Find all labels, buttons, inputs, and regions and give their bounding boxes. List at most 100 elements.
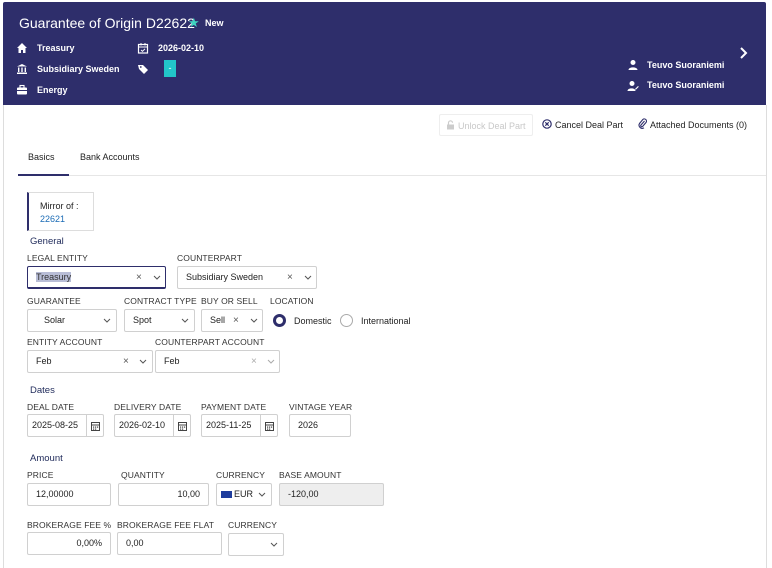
counterpart-select[interactable]: Subsidiary Sweden × xyxy=(177,266,317,289)
chevron-right-icon[interactable] xyxy=(739,46,749,60)
currency-label: CURRENCY xyxy=(216,470,265,480)
chevron-down-icon[interactable] xyxy=(257,484,267,505)
chevron-down-icon[interactable] xyxy=(303,267,313,288)
counterpart-account-select[interactable]: Feb × xyxy=(155,350,280,373)
price-value: 12,00000 xyxy=(36,489,74,499)
location-label: LOCATION xyxy=(270,296,314,306)
mirror-of-box: Mirror of : 22621 xyxy=(27,192,94,231)
brokerage-currency-select[interactable] xyxy=(228,533,284,556)
location-domestic-label: Domestic xyxy=(294,316,332,326)
base-amount-label: BASE AMOUNT xyxy=(279,470,342,480)
unlock-icon xyxy=(447,120,454,130)
clear-icon[interactable]: × xyxy=(136,267,142,288)
price-input[interactable]: 12,00000 xyxy=(27,483,111,506)
delivery-date-label: DELIVERY DATE xyxy=(114,402,182,412)
quantity-label: QUANTITY xyxy=(121,470,165,480)
counterpart-label: COUNTERPART xyxy=(177,253,243,263)
delivery-date-input[interactable]: 2026-02-10 xyxy=(114,414,174,437)
brokerage-fee-flat-input[interactable]: 0,00 xyxy=(117,532,222,555)
entity-account-value: Feb xyxy=(36,356,52,366)
clear-icon[interactable]: × xyxy=(251,351,257,372)
contract-type-value: Spot xyxy=(133,315,152,325)
mirror-of-link[interactable]: 22621 xyxy=(40,214,93,224)
attached-documents-button[interactable]: Attached Documents (0) xyxy=(638,114,747,136)
brokerage-fee-pct-value: 0,00% xyxy=(76,538,102,548)
dates-heading: Dates xyxy=(30,385,55,396)
guarantee-value: Solar xyxy=(44,315,66,325)
tabs-divider xyxy=(18,175,766,176)
chevron-down-icon[interactable] xyxy=(249,310,259,331)
calendar-icon xyxy=(178,422,187,431)
clear-icon[interactable]: × xyxy=(123,351,129,372)
tag-chip[interactable]: - xyxy=(164,60,176,77)
calendar-icon xyxy=(265,422,274,431)
chevron-down-icon[interactable] xyxy=(269,534,279,555)
buy-or-sell-label: BUY OR SELL xyxy=(201,296,258,306)
payment-date-input[interactable]: 2025-11-25 xyxy=(201,414,261,437)
unlock-deal-part-label: Unlock Deal Part xyxy=(458,121,526,131)
legal-entity-value: Treasury xyxy=(36,272,72,282)
user-icon xyxy=(628,60,638,70)
active-tab-indicator xyxy=(18,174,69,176)
brokerage-fee-pct-label: BROKERAGE FEE % xyxy=(27,520,112,530)
delivery-date-value: 2026-02-10 xyxy=(119,420,166,430)
location-international-label: International xyxy=(361,316,411,326)
currency-select[interactable]: EUR xyxy=(216,483,272,506)
payment-date-label: PAYMENT DATE xyxy=(201,402,267,412)
chevron-down-icon[interactable] xyxy=(102,310,112,331)
counterpart-user-name: Teuvo Suoraniemi xyxy=(647,80,725,90)
guarantee-label: GUARANTEE xyxy=(27,296,81,306)
contract-type-select[interactable]: Spot xyxy=(124,309,195,332)
portfolio-label: Treasury xyxy=(37,43,75,53)
tab-basics[interactable]: Basics xyxy=(28,152,55,162)
buy-or-sell-value: Sell xyxy=(210,315,226,325)
location-international-radio[interactable] xyxy=(340,314,353,327)
panel-right-border xyxy=(766,105,767,568)
counterpart-value: Subsidiary Sweden xyxy=(186,272,264,282)
status-badge: New xyxy=(205,18,224,28)
delivery-date-picker-button[interactable] xyxy=(174,414,191,437)
quantity-input[interactable]: 10,00 xyxy=(118,483,209,506)
mirror-of-label: Mirror of : xyxy=(40,201,79,211)
briefcase-icon xyxy=(17,84,27,95)
vintage-year-input[interactable]: 2026 xyxy=(289,414,351,437)
chevron-down-icon[interactable] xyxy=(152,267,162,288)
guarantee-select[interactable]: Solar xyxy=(27,309,117,332)
location-domestic-radio[interactable] xyxy=(273,314,286,327)
deal-date-picker-button[interactable] xyxy=(87,414,104,437)
payment-date-picker-button[interactable] xyxy=(261,414,278,437)
brokerage-fee-flat-label: BROKERAGE FEE FLAT xyxy=(117,520,215,530)
tab-bank-accounts[interactable]: Bank Accounts xyxy=(80,152,140,162)
star-icon[interactable]: ★ xyxy=(188,15,200,31)
legal-entity-select[interactable]: Treasury × xyxy=(27,266,166,289)
chevron-down-icon[interactable] xyxy=(266,351,276,372)
deal-title: Guarantee of Origin D22622 xyxy=(19,15,195,31)
unlock-deal-part-button[interactable]: Unlock Deal Part xyxy=(439,114,533,136)
panel-left-border xyxy=(3,105,4,568)
deal-header: Guarantee of Origin D22622 ★ New Treasur… xyxy=(3,2,766,105)
brokerage-fee-pct-input[interactable]: 0,00% xyxy=(27,532,111,555)
currency-value: EUR xyxy=(234,489,254,499)
legal-entity-label: LEGAL ENTITY xyxy=(27,253,88,263)
chevron-down-icon[interactable] xyxy=(138,351,148,372)
payment-date-value: 2025-11-25 xyxy=(206,420,252,430)
deal-date-input[interactable]: 2025-08-25 xyxy=(27,414,87,437)
buy-or-sell-select[interactable]: Sell × xyxy=(201,309,263,332)
trader-name: Teuvo Suoraniemi xyxy=(647,60,725,70)
brokerage-fee-flat-value: 0,00 xyxy=(126,538,144,548)
entity-account-label: ENTITY ACCOUNT xyxy=(27,337,103,347)
entity-account-select[interactable]: Feb × xyxy=(27,350,153,373)
cancel-deal-part-button[interactable]: Cancel Deal Part xyxy=(542,114,623,136)
chevron-down-icon[interactable] xyxy=(180,310,190,331)
base-amount-value: -120,00 xyxy=(288,489,319,499)
clear-icon[interactable]: × xyxy=(233,310,239,331)
clear-icon[interactable]: × xyxy=(287,267,293,288)
eu-flag-icon xyxy=(221,491,232,499)
category-label: Energy xyxy=(37,85,68,95)
attached-documents-label: Attached Documents (0) xyxy=(650,120,748,130)
contract-type-label: CONTRACT TYPE xyxy=(124,296,197,306)
calendar-icon xyxy=(137,43,149,54)
calendar-icon xyxy=(91,422,100,431)
home-icon xyxy=(17,43,27,53)
brokerage-currency-label: CURRENCY xyxy=(228,520,277,530)
